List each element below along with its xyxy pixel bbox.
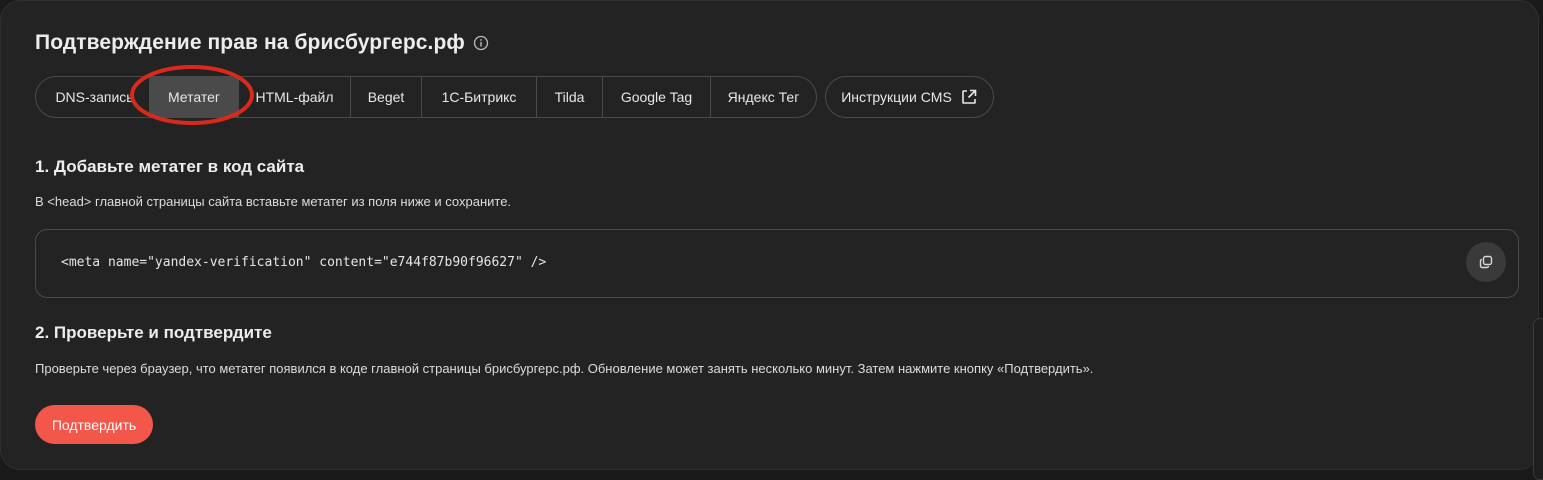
tab-label: Beget <box>367 89 405 105</box>
tab-label: Метатег <box>167 89 221 105</box>
tab-1c-bitrix[interactable]: 1С-Битрикс <box>422 77 537 117</box>
metatag-code-box: <meta name="yandex-verification" content… <box>35 229 1519 298</box>
side-panel-edge <box>1533 318 1543 480</box>
external-link-icon <box>960 88 978 106</box>
step1-heading: 1. Добавьте метатег в код сайта <box>35 157 305 176</box>
step1-text: В <head> главной страницы сайта вставьте… <box>35 194 512 209</box>
tab-metatag[interactable]: Метатег <box>150 77 239 117</box>
step2-text: Проверьте через браузер, что метатег поя… <box>35 361 1094 376</box>
method-tabs: DNS-запись Метатег HTML-файл Beget 1С-Би… <box>35 76 817 118</box>
tab-label: Tilda <box>554 89 585 105</box>
tab-dns-record[interactable]: DNS-запись <box>36 77 150 117</box>
metatag-code[interactable]: <meta name="yandex-verification" content… <box>61 255 546 270</box>
step2-heading: 2. Проверьте и подтвердите <box>35 323 272 342</box>
cms-instructions-button[interactable]: Инструкции CMS <box>825 76 994 118</box>
confirm-button-label: Подтвердить <box>51 416 137 433</box>
tab-html-file[interactable]: HTML-файл <box>239 77 351 117</box>
confirm-button[interactable]: Подтвердить <box>35 405 153 444</box>
tab-google-tag[interactable]: Google Tag <box>603 77 711 117</box>
tab-yandex-tag[interactable]: Яндекс Тег <box>711 77 816 117</box>
tab-label: Яндекс Тег <box>727 89 800 105</box>
tab-label: Google Tag <box>620 89 693 105</box>
verification-panel: Подтверждение прав на брисбургерс.рф DNS… <box>0 0 1539 470</box>
copy-button[interactable] <box>1466 242 1506 282</box>
info-icon[interactable] <box>473 35 489 51</box>
tab-beget[interactable]: Beget <box>351 77 422 117</box>
tab-label: HTML-файл <box>255 89 334 105</box>
title-row: Подтверждение прав на брисбургерс.рф <box>35 31 489 55</box>
copy-icon <box>1478 254 1494 270</box>
page-title: Подтверждение прав на брисбургерс.рф <box>35 31 465 54</box>
tab-tilda[interactable]: Tilda <box>537 77 603 117</box>
tab-label: 1С-Битрикс <box>441 89 517 105</box>
cms-button-label: Инструкции CMS <box>841 89 952 105</box>
tab-label: DNS-запись <box>55 89 134 105</box>
